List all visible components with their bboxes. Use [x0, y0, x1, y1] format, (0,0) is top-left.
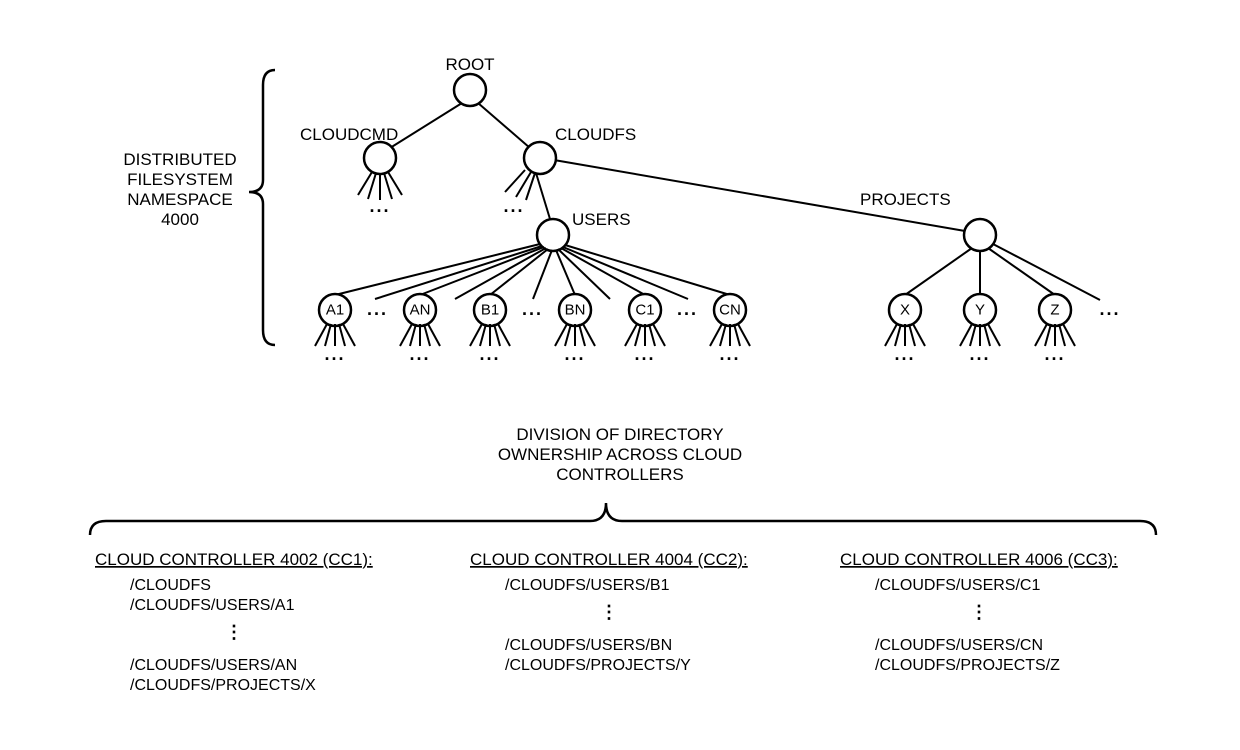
controller-col-3: CLOUD CONTROLLER 4006 (CC3): /CLOUDFS/USE… [840, 550, 1118, 674]
leaf-label: A1 [326, 302, 344, 319]
controller-path: /CLOUDFS/PROJECTS/X [130, 677, 316, 694]
controller-col-2: CLOUD CONTROLLER 4004 (CC2): /CLOUDFS/USE… [470, 550, 748, 674]
vdots-icon: ⋮ [970, 602, 988, 622]
node-users: USERS [537, 210, 631, 251]
namespace-label-line2: FILESYSTEM [127, 170, 233, 189]
controllers-columns: CLOUD CONTROLLER 4002 (CC1): /CLOUDFS/CLO… [95, 550, 1118, 694]
leaf-label: B1 [481, 302, 499, 319]
leaf-label: C1 [635, 302, 654, 319]
controller-title: CLOUD CONTROLLER 4006 (CC3): [840, 550, 1118, 569]
leaf-label: X [900, 302, 910, 319]
leaf-node-x: X... [885, 294, 925, 364]
vdots-icon: ⋮ [225, 622, 243, 642]
leaf-label: CN [719, 302, 741, 319]
leaf-node-bn: BN... [555, 294, 595, 364]
namespace-label-line1: DISTRIBUTED [123, 150, 236, 169]
edges-users-leaves [335, 244, 730, 299]
vdots-icon: ⋮ [600, 602, 618, 622]
root-label: ROOT [445, 55, 494, 74]
leaf-label: BN [565, 302, 586, 319]
leaf-label: Y [975, 302, 985, 319]
node-projects: PROJECTS [860, 190, 996, 251]
filesystem-diagram: ROOT CLOUDCMD ... ... CLOUDFS USERS [0, 0, 1240, 750]
svg-text:...: ... [409, 344, 430, 364]
edges-projects-leaves [905, 244, 1100, 300]
division-label-line1: DIVISION OF DIRECTORY [516, 425, 723, 444]
svg-text:...: ... [969, 344, 990, 364]
projects-label: PROJECTS [860, 190, 951, 209]
svg-text:...: ... [677, 299, 698, 319]
controller-path: /CLOUDFS/USERS/A1 [130, 597, 295, 614]
controller-title: CLOUD CONTROLLER 4004 (CC2): [470, 550, 748, 569]
division-brace-icon [90, 503, 1156, 535]
cloudcmd-label: CLOUDCMD [300, 125, 398, 144]
division-label-line3: CONTROLLERS [556, 465, 684, 484]
namespace-label-line4: 4000 [161, 210, 199, 229]
projects-leaves: X...Y...Z... [885, 294, 1075, 364]
controller-title: CLOUD CONTROLLER 4002 (CC1): [95, 550, 373, 569]
svg-text:...: ... [634, 344, 655, 364]
node-root: ROOT [390, 55, 530, 148]
controller-path: /CLOUDFS/USERS/C1 [875, 577, 1040, 594]
svg-text:...: ... [503, 196, 524, 216]
controller-path: /CLOUDFS [130, 577, 211, 594]
svg-text:...: ... [564, 344, 585, 364]
controller-path: /CLOUDFS/PROJECTS/Z [875, 657, 1060, 674]
leaf-label: Z [1050, 302, 1059, 319]
leaf-node-b1: B1... [470, 294, 510, 364]
cloudfs-label: CLOUDFS [555, 125, 636, 144]
leaf-node-a1: A1... [315, 294, 355, 364]
svg-text:...: ... [369, 196, 390, 216]
leaf-node-an: AN... [400, 294, 440, 364]
svg-text:...: ... [1044, 344, 1065, 364]
controller-path: /CLOUDFS/USERS/AN [130, 657, 297, 674]
leaf-node-y: Y... [960, 294, 1000, 364]
svg-text:...: ... [479, 344, 500, 364]
namespace-brace-icon [249, 70, 275, 345]
svg-text:...: ... [522, 299, 543, 319]
users-label: USERS [572, 210, 631, 229]
leaf-label: AN [410, 302, 431, 319]
division-label-line2: OWNERSHIP ACROSS CLOUD [498, 445, 742, 464]
controller-path: /CLOUDFS/USERS/BN [505, 637, 672, 654]
controller-path: /CLOUDFS/PROJECTS/Y [505, 657, 691, 674]
svg-text:...: ... [894, 344, 915, 364]
namespace-label-line3: NAMESPACE [127, 190, 233, 209]
controller-col-1: CLOUD CONTROLLER 4002 (CC1): /CLOUDFS/CLO… [95, 550, 373, 694]
svg-text:...: ... [719, 344, 740, 364]
leaf-node-cn: CN... [710, 294, 750, 364]
controller-path: /CLOUDFS/USERS/B1 [505, 577, 670, 594]
svg-text:...: ... [324, 344, 345, 364]
subtree-dots-icon: ... [358, 172, 402, 216]
leaf-node-c1: C1... [625, 294, 665, 364]
leaf-node-z: Z... [1035, 294, 1075, 364]
controller-path: /CLOUDFS/USERS/CN [875, 637, 1043, 654]
users-leaves: A1......AN...B1......BN...C1......CN... [315, 294, 750, 364]
svg-text:...: ... [367, 299, 388, 319]
svg-text:...: ... [1099, 299, 1120, 319]
node-cloudcmd: CLOUDCMD ... [300, 125, 402, 216]
